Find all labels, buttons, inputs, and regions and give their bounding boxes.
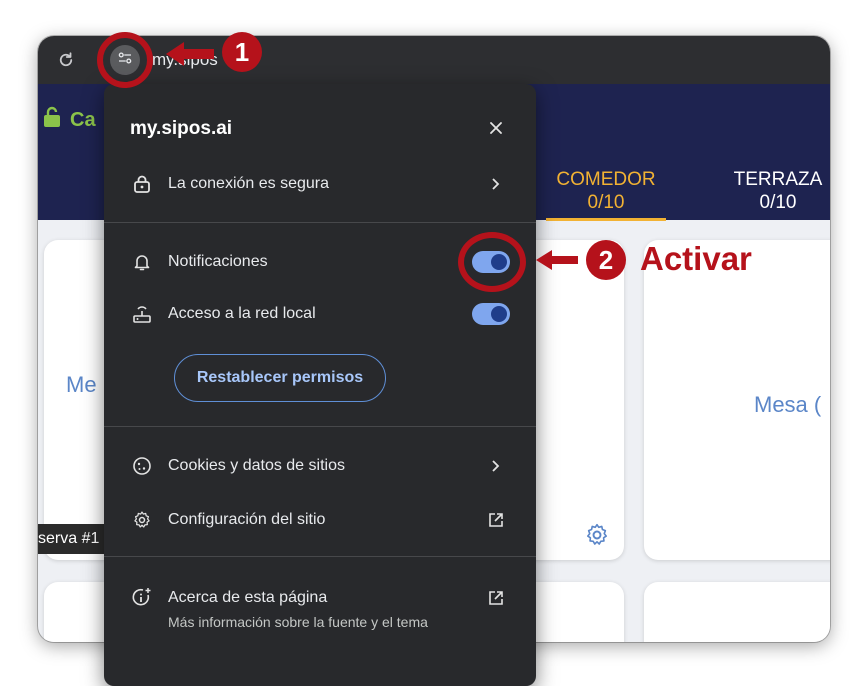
cookies-row[interactable]: Cookies y datos de sitios	[104, 444, 536, 488]
about-page-subtitle: Más información sobre la fuente y el tem…	[168, 614, 428, 630]
divider	[104, 222, 536, 223]
cash-status-label: Ca	[70, 108, 96, 131]
table-card[interactable]	[644, 582, 830, 642]
router-icon	[130, 302, 154, 326]
external-link-icon	[484, 508, 508, 532]
settings-gear-icon	[130, 508, 154, 532]
site-settings-label: Configuración del sitio	[168, 511, 326, 528]
chevron-right-icon	[484, 454, 508, 478]
step-badge-1: 1	[222, 32, 262, 72]
tab-terraza-name: TERRAZA	[733, 169, 823, 190]
info-sparkle-icon	[130, 586, 154, 610]
cash-status[interactable]: Ca	[42, 106, 96, 134]
table-card-label: Mesa (	[754, 392, 822, 417]
connection-secure-row[interactable]: La conexión es segura	[104, 162, 536, 206]
annotation-circle	[97, 32, 153, 88]
divider	[104, 556, 536, 557]
close-icon[interactable]	[484, 116, 508, 140]
chevron-right-icon	[484, 172, 508, 196]
toggle-knob	[491, 306, 507, 322]
reservation-tag: serva #1	[38, 524, 110, 554]
bell-icon	[130, 250, 154, 274]
site-settings-row[interactable]: Configuración del sitio	[104, 498, 536, 542]
cookie-icon	[130, 454, 154, 478]
unlock-icon	[42, 106, 62, 134]
table-card[interactable]: Mesa (	[644, 240, 830, 560]
arrow-left-icon	[534, 248, 580, 277]
annotation-circle	[458, 232, 526, 292]
notifications-label: Notificaciones	[168, 253, 268, 270]
tab-terraza[interactable]: TERRAZA 0/10	[718, 168, 830, 214]
local-network-row[interactable]: Acceso a la red local	[104, 292, 536, 336]
popup-title: my.sipos.ai	[130, 118, 233, 139]
cookies-label: Cookies y datos de sitios	[168, 457, 345, 474]
local-network-toggle[interactable]	[472, 303, 510, 325]
tab-comedor-count: 0/10	[587, 192, 625, 213]
local-network-label: Acceso a la red local	[168, 305, 316, 322]
lock-icon	[130, 172, 154, 196]
table-card-label: Me	[66, 372, 97, 397]
connection-label: La conexión es segura	[168, 175, 329, 192]
external-link-icon	[484, 586, 508, 610]
step-badge-2: 2	[586, 240, 626, 280]
reset-permissions-button[interactable]: Restablecer permisos	[174, 354, 386, 402]
annotation-activate-text: Activar	[640, 240, 752, 277]
reload-icon[interactable]	[54, 48, 78, 72]
about-page-label: Acerca de esta página	[168, 589, 328, 606]
tab-comedor-name: COMEDOR	[556, 169, 656, 190]
tab-comedor[interactable]: COMEDOR 0/10	[546, 168, 666, 221]
site-info-popup: my.sipos.ai La conexión es segura Notifi…	[104, 84, 536, 686]
gear-icon[interactable]	[584, 522, 610, 548]
divider	[104, 426, 536, 427]
tab-terraza-count: 0/10	[759, 192, 797, 213]
arrow-left-icon	[164, 40, 216, 73]
browser-toolbar: my.sipos	[38, 36, 830, 84]
